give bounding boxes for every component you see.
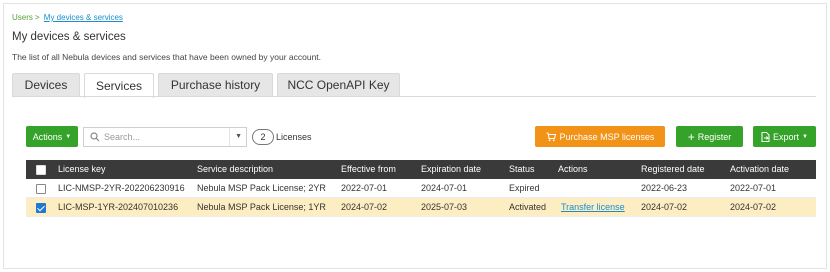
search-input[interactable] [104, 132, 224, 142]
breadcrumb-root[interactable]: Users [12, 13, 33, 22]
tab-devices[interactable]: Devices [12, 73, 80, 96]
effective-from-cell: 2022-07-01 [341, 183, 388, 193]
search-box[interactable]: ▼ [83, 127, 247, 147]
license-count-badge: 2 [252, 129, 274, 145]
description-cell: Nebula MSP Pack License; 2YR [197, 183, 326, 193]
column-header-effective-from[interactable]: Effective from [341, 160, 396, 179]
breadcrumb-separator: > [34, 13, 40, 22]
tab-purchase-history[interactable]: Purchase history [158, 73, 273, 96]
export-icon [761, 131, 770, 142]
license-key-cell: LIC-MSP-1YR-202407010236 [58, 202, 179, 212]
plus-icon: + [687, 129, 695, 144]
chevron-down-icon: ▼ [802, 133, 808, 140]
row-checkbox[interactable] [36, 203, 46, 213]
select-all-checkbox[interactable] [36, 165, 46, 175]
register-button[interactable]: + Register [676, 126, 743, 147]
breadcrumb-current[interactable]: My devices & services [44, 13, 123, 22]
export-button[interactable]: Export ▼ [753, 126, 816, 147]
search-dropdown-icon[interactable]: ▼ [235, 133, 242, 140]
column-header-activation-date[interactable]: Activation date [730, 160, 789, 179]
breadcrumb: Users > My devices & services [12, 13, 123, 22]
table-row[interactable]: LIC-NMSP-2YR-202206230916 Nebula MSP Pac… [26, 179, 816, 198]
column-header-status[interactable]: Status [509, 160, 535, 179]
tab-bar: Devices Services Purchase history NCC Op… [12, 73, 404, 98]
page-title: My devices & services [12, 31, 126, 43]
actions-button[interactable]: Actions ▼ [26, 126, 78, 147]
column-header-actions: Actions [558, 164, 588, 174]
expiration-date-cell: 2025-07-03 [421, 202, 468, 212]
purchase-msp-licenses-button[interactable]: Purchase MSP licenses [535, 126, 665, 147]
effective-from-cell: 2024-07-02 [341, 202, 388, 212]
export-label: Export [773, 131, 800, 142]
licenses-table: License key Service description Effectiv… [26, 160, 816, 217]
actions-label: Actions [32, 131, 63, 142]
activation-date-cell: 2024-07-02 [730, 202, 777, 212]
register-label: Register [697, 131, 732, 142]
page-subtitle: The list of all Nebula devices and servi… [12, 52, 322, 62]
expiration-date-cell: 2024-07-01 [421, 183, 468, 193]
license-count-label: Licenses [276, 132, 312, 142]
status-cell: Expired [509, 183, 540, 193]
chevron-down-icon: ▼ [65, 133, 72, 140]
activation-date-cell: 2022-07-01 [730, 183, 777, 193]
purchase-label: Purchase MSP licenses [559, 131, 655, 142]
tab-divider [12, 96, 816, 97]
registered-date-cell: 2024-07-02 [641, 202, 688, 212]
cart-icon [546, 132, 556, 141]
transfer-license-link[interactable]: Transfer license [561, 198, 625, 217]
row-checkbox[interactable] [36, 184, 46, 194]
column-header-registered-date[interactable]: Registered date [641, 160, 705, 179]
tab-ncc-openapi-key[interactable]: NCC OpenAPI Key [277, 73, 400, 96]
search-icon [90, 132, 100, 142]
status-cell: Activated [509, 202, 547, 212]
tab-services[interactable]: Services [84, 73, 154, 98]
table-row[interactable]: LIC-MSP-1YR-202407010236 Nebula MSP Pack… [26, 198, 816, 217]
description-cell: Nebula MSP Pack License; 1YR [197, 202, 326, 212]
column-header-service-description[interactable]: Service description [197, 160, 273, 179]
column-header-expiration-date[interactable]: Expiration date [421, 160, 481, 179]
registered-date-cell: 2022-06-23 [641, 183, 688, 193]
license-key-cell: LIC-NMSP-2YR-202206230916 [58, 183, 185, 193]
table-header: License key Service description Effectiv… [26, 160, 816, 179]
column-header-license-key[interactable]: License key [58, 160, 106, 179]
search-divider [229, 128, 230, 146]
